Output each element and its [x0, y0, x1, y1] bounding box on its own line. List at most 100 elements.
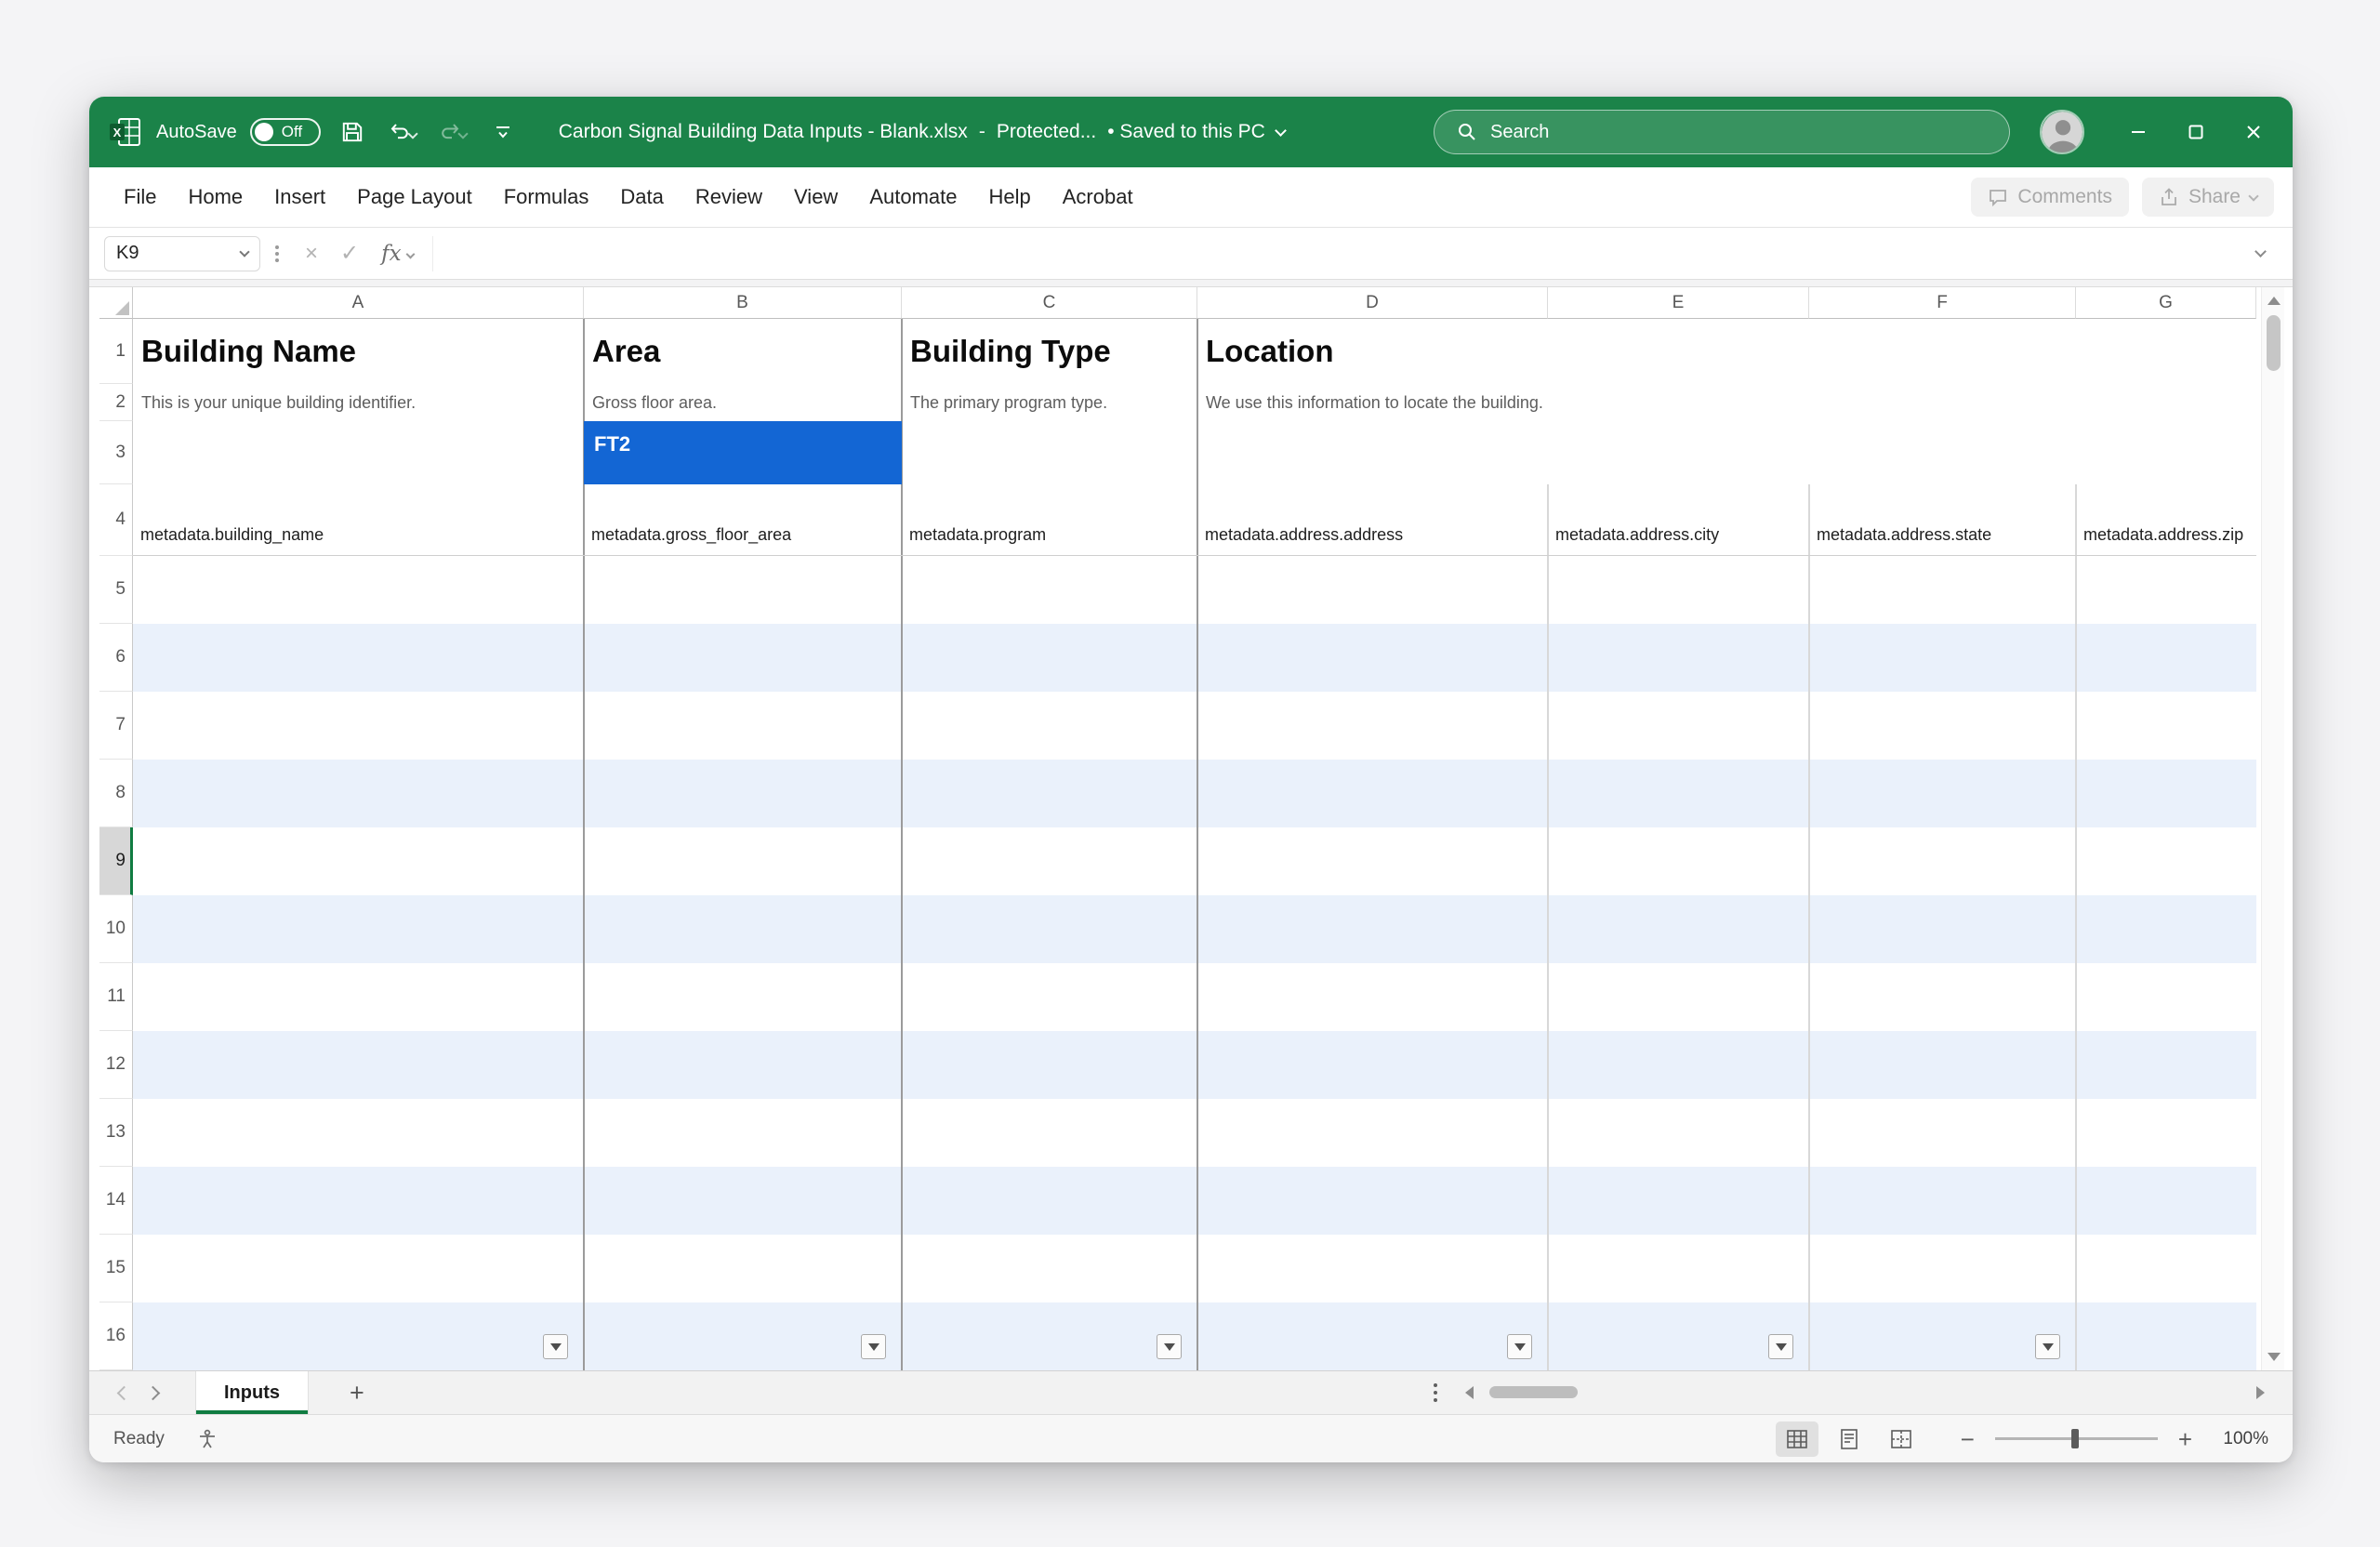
- row-header-4[interactable]: 4: [99, 484, 133, 556]
- section-desc-building-name[interactable]: This is your unique building identifier.: [133, 384, 584, 421]
- row-header-2[interactable]: 2: [99, 384, 133, 421]
- excel-app-icon[interactable]: X: [110, 116, 143, 148]
- horizontal-scrollbar[interactable]: [1465, 1382, 2265, 1403]
- section-desc-location[interactable]: We use this information to locate the bu…: [1197, 384, 2034, 421]
- autosave-toggle[interactable]: Off: [250, 118, 321, 146]
- saved-dropdown-chevron[interactable]: [1275, 125, 1287, 137]
- account-avatar[interactable]: [2040, 110, 2084, 154]
- dropdown-state[interactable]: [2035, 1334, 2060, 1359]
- row-header-14[interactable]: 14: [99, 1167, 133, 1235]
- menu-automate[interactable]: Automate: [853, 176, 972, 218]
- row-header-6[interactable]: 6: [99, 624, 133, 692]
- menu-insert[interactable]: Insert: [258, 176, 341, 218]
- formula-bar-options-icon[interactable]: [275, 252, 279, 256]
- dropdown-address[interactable]: [1507, 1334, 1532, 1359]
- view-page-break-button[interactable]: [1880, 1421, 1923, 1457]
- menu-formulas[interactable]: Formulas: [488, 176, 605, 218]
- dropdown-program[interactable]: [1157, 1334, 1182, 1359]
- column-header-a[interactable]: A: [133, 287, 584, 319]
- add-sheet-button[interactable]: +: [342, 1381, 372, 1406]
- column-header-f[interactable]: F: [1809, 287, 2076, 319]
- menu-review[interactable]: Review: [680, 176, 778, 218]
- menu-page-layout[interactable]: Page Layout: [341, 176, 488, 218]
- view-normal-button[interactable]: [1776, 1421, 1818, 1457]
- scroll-up-arrow[interactable]: [2268, 297, 2281, 305]
- redo-button[interactable]: [434, 113, 471, 151]
- zoom-level[interactable]: 100%: [2202, 1429, 2268, 1449]
- save-icon[interactable]: [334, 113, 371, 151]
- menu-help[interactable]: Help: [973, 176, 1047, 218]
- dropdown-city[interactable]: [1768, 1334, 1793, 1359]
- scroll-left-arrow[interactable]: [1465, 1386, 1474, 1399]
- close-button[interactable]: [2228, 108, 2280, 156]
- menu-file[interactable]: File: [108, 176, 172, 218]
- section-title-location[interactable]: Location: [1197, 319, 2034, 384]
- section-title-area[interactable]: Area: [584, 319, 902, 384]
- vertical-scrollbar[interactable]: [2261, 287, 2284, 1370]
- column-header-g[interactable]: G: [2076, 287, 2256, 319]
- row-header-12[interactable]: 12: [99, 1031, 133, 1099]
- row-header-15[interactable]: 15: [99, 1235, 133, 1302]
- cell-grid[interactable]: Building Name Area Building Type Locatio…: [133, 319, 2256, 1370]
- vertical-scroll-thumb[interactable]: [2267, 315, 2281, 371]
- tab-scroll-left-chevron[interactable]: [117, 1385, 132, 1400]
- dropdown-building-name[interactable]: [543, 1334, 568, 1359]
- enter-icon[interactable]: ✓: [340, 243, 359, 265]
- comments-button[interactable]: Comments: [1971, 178, 2129, 217]
- row-header-5[interactable]: 5: [99, 556, 133, 624]
- row-header-10[interactable]: 10: [99, 895, 133, 963]
- row-header-1[interactable]: 1: [99, 319, 133, 384]
- view-page-layout-button[interactable]: [1828, 1421, 1871, 1457]
- name-box[interactable]: K9: [104, 236, 260, 271]
- row-header-8[interactable]: 8: [99, 760, 133, 827]
- minimize-button[interactable]: [2112, 108, 2164, 156]
- select-all-corner[interactable]: [99, 287, 133, 319]
- field-cell-address[interactable]: metadata.address.address: [1197, 484, 1548, 556]
- formula-input[interactable]: [432, 236, 2251, 271]
- scroll-down-arrow[interactable]: [2268, 1353, 2281, 1361]
- share-button[interactable]: Share: [2142, 178, 2274, 217]
- formula-bar-expand-chevron[interactable]: [2254, 245, 2267, 258]
- column-header-d[interactable]: D: [1197, 287, 1548, 319]
- insert-function-icon[interactable]: fx: [381, 242, 401, 266]
- menu-data[interactable]: Data: [604, 176, 679, 218]
- field-cell-zip[interactable]: metadata.address.zip: [2076, 484, 2256, 556]
- column-header-c[interactable]: C: [902, 287, 1197, 319]
- accessibility-checker-icon[interactable]: [196, 1428, 218, 1450]
- menu-view[interactable]: View: [778, 176, 853, 218]
- dropdown-gross-floor-area[interactable]: [861, 1334, 886, 1359]
- field-cell-city[interactable]: metadata.address.city: [1548, 484, 1809, 556]
- row-header-16[interactable]: 16: [99, 1302, 133, 1370]
- zoom-in-button[interactable]: +: [2169, 1427, 2202, 1451]
- row-header-7[interactable]: 7: [99, 692, 133, 760]
- column-header-e[interactable]: E: [1548, 287, 1809, 319]
- zoom-slider-knob[interactable]: [2071, 1429, 2079, 1448]
- zoom-out-button[interactable]: −: [1951, 1427, 1984, 1451]
- field-cell-building-name[interactable]: metadata.building_name: [133, 484, 584, 556]
- protected-label[interactable]: Protected...: [997, 121, 1096, 143]
- section-title-building-name[interactable]: Building Name: [133, 319, 584, 384]
- menu-home[interactable]: Home: [172, 176, 258, 218]
- tab-bar-options-icon[interactable]: [1434, 1391, 1437, 1395]
- field-cell-state[interactable]: metadata.address.state: [1809, 484, 2076, 556]
- field-cell-program[interactable]: metadata.program: [902, 484, 1197, 556]
- menu-acrobat[interactable]: Acrobat: [1047, 176, 1149, 218]
- column-header-b[interactable]: B: [584, 287, 902, 319]
- row-header-13[interactable]: 13: [99, 1099, 133, 1167]
- section-title-building-type[interactable]: Building Type: [902, 319, 1197, 384]
- quick-access-toolbar-icon[interactable]: [484, 113, 522, 151]
- tab-scroll-right-chevron[interactable]: [146, 1385, 161, 1400]
- saved-location-label[interactable]: • Saved to this PC: [1107, 121, 1265, 143]
- maximize-button[interactable]: [2170, 108, 2222, 156]
- row-header-11[interactable]: 11: [99, 963, 133, 1031]
- horizontal-scroll-thumb[interactable]: [1489, 1386, 1578, 1398]
- row-header-3[interactable]: 3: [99, 421, 133, 484]
- cancel-icon[interactable]: ×: [305, 243, 318, 265]
- sheet-tab-inputs[interactable]: Inputs: [195, 1371, 309, 1414]
- area-unit-cell[interactable]: FT2: [584, 421, 902, 484]
- row-header-9-active[interactable]: 9: [99, 827, 133, 895]
- field-cell-gross-floor-area[interactable]: metadata.gross_floor_area: [584, 484, 902, 556]
- undo-button[interactable]: [384, 113, 421, 151]
- zoom-slider[interactable]: [1995, 1437, 2158, 1440]
- section-desc-area[interactable]: Gross floor area.: [584, 384, 902, 421]
